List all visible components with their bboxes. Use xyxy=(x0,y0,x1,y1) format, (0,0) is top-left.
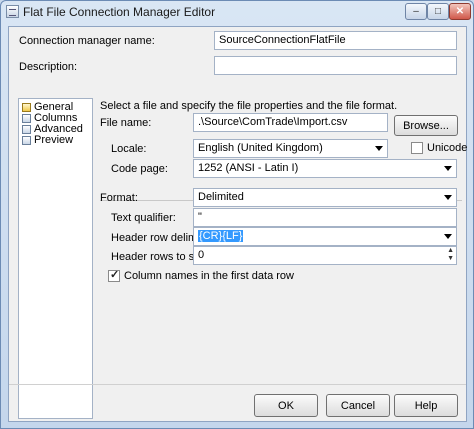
header-rows-skip-value: 0 xyxy=(198,249,205,261)
connection-name-label: Connection manager name: xyxy=(19,35,155,47)
page-icon xyxy=(22,124,31,134)
browse-button[interactable]: Browse... xyxy=(394,115,458,136)
title-bar[interactable]: Flat File Connection Manager Editor – □ … xyxy=(1,1,473,23)
page-icon xyxy=(22,102,31,112)
dialog-window: Flat File Connection Manager Editor – □ … xyxy=(0,0,474,429)
text-qualifier-label: Text qualifier: xyxy=(111,212,176,224)
description-label: Description: xyxy=(19,61,78,73)
format-value: Delimited xyxy=(198,191,244,203)
locale-label: Locale: xyxy=(111,143,147,155)
locale-value: English (United Kingdom) xyxy=(198,142,323,154)
intro-text: Select a file and specify the file prope… xyxy=(100,100,398,112)
header-row-delimiter-value: {CR}{LF} xyxy=(198,230,244,242)
code-page-select[interactable]: 1252 (ANSI - Latin I) xyxy=(193,159,457,178)
header-rows-skip-input[interactable]: 0 ▲ ▼ xyxy=(193,246,457,265)
dialog-client-area: Connection manager name: SourceConnectio… xyxy=(8,26,467,422)
page-icon xyxy=(22,135,31,145)
page-icon xyxy=(22,113,31,123)
nav-item-preview[interactable]: Preview xyxy=(22,134,73,146)
dropdown-arrow-icon xyxy=(444,234,452,239)
description-input[interactable] xyxy=(214,56,457,75)
text-qualifier-input[interactable]: " xyxy=(193,208,457,227)
window-title: Flat File Connection Manager Editor xyxy=(23,5,216,19)
unicode-checkbox[interactable] xyxy=(411,142,423,154)
minimize-button[interactable]: – xyxy=(405,3,427,20)
ok-button[interactable]: OK xyxy=(254,394,318,417)
unicode-label: Unicode xyxy=(427,142,468,154)
spin-arrows-icon[interactable]: ▲ ▼ xyxy=(447,247,454,263)
nav-item-label: Preview xyxy=(34,134,74,146)
format-label: Format: xyxy=(100,192,138,204)
footer-divider xyxy=(9,384,466,385)
app-icon xyxy=(6,5,19,18)
maximize-button[interactable]: □ xyxy=(427,3,449,20)
file-name-label: File name: xyxy=(100,117,152,129)
dropdown-arrow-icon xyxy=(444,166,452,171)
dropdown-arrow-icon xyxy=(375,146,383,151)
column-names-label: Column names in the first data row xyxy=(124,270,294,282)
format-select[interactable]: Delimited xyxy=(193,188,457,207)
cancel-button[interactable]: Cancel xyxy=(326,394,390,417)
help-button[interactable]: Help xyxy=(394,394,458,417)
locale-select[interactable]: English (United Kingdom) xyxy=(193,139,388,158)
header-row-delimiter-select[interactable]: {CR}{LF} xyxy=(193,227,457,246)
code-page-value: 1252 (ANSI - Latin I) xyxy=(198,162,299,174)
page-nav-list: General Columns Advanced Preview xyxy=(18,98,93,419)
close-button[interactable]: ✕ xyxy=(449,3,471,20)
file-name-input[interactable]: .\Source\ComTrade\Import.csv xyxy=(193,113,388,132)
connection-name-input[interactable]: SourceConnectionFlatFile xyxy=(214,31,457,50)
column-names-checkbox[interactable] xyxy=(108,268,120,282)
dropdown-arrow-icon xyxy=(444,195,452,200)
code-page-label: Code page: xyxy=(111,163,168,175)
